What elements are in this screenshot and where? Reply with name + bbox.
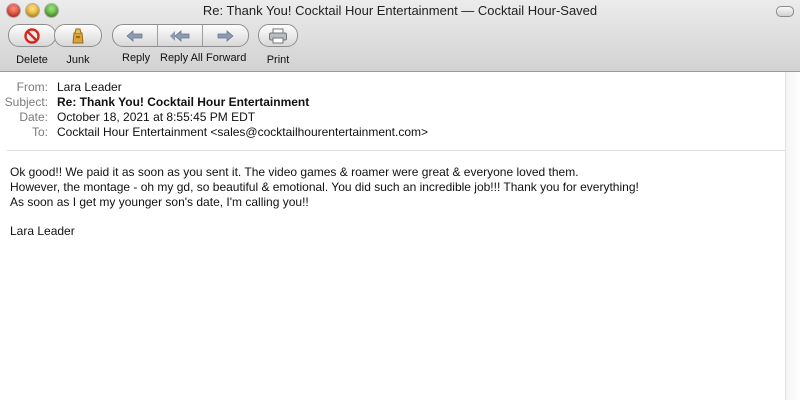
from-row: From: Lara Leader <box>0 80 800 95</box>
header-divider <box>7 150 785 151</box>
to-value[interactable]: Cocktail Hour Entertainment <sales@cockt… <box>57 125 428 140</box>
subject-value: Re: Thank You! Cocktail Hour Entertainme… <box>57 95 310 109</box>
toolbar: Delete Junk Reply Reply All Forward Prin… <box>0 24 800 68</box>
message-body: Ok good!! We paid it as soon as you sent… <box>10 165 790 239</box>
forward-arrow-icon <box>216 29 234 42</box>
print-button[interactable]: Print <box>258 24 298 66</box>
reply-all-arrow-icon <box>169 29 191 42</box>
reply-arrow-icon <box>126 29 144 42</box>
reply-segment[interactable] <box>113 25 159 46</box>
reply-segment-control <box>112 24 249 47</box>
from-key: From: <box>16 80 48 94</box>
reply-all-label: Reply All <box>160 52 203 64</box>
date-key: Date: <box>19 110 48 124</box>
to-row: To: Cocktail Hour Entertainment <sales@c… <box>0 125 800 140</box>
delete-button-face <box>8 24 56 47</box>
forward-label: Forward <box>206 52 247 64</box>
delete-button[interactable]: Delete <box>8 24 56 66</box>
toolbar-toggle-button[interactable] <box>776 6 794 17</box>
scroll-gutter[interactable] <box>785 72 800 400</box>
forward-segment[interactable] <box>203 25 248 46</box>
from-value[interactable]: Lara Leader <box>57 80 122 95</box>
date-row: Date: October 18, 2021 at 8:55:45 PM EDT <box>0 110 800 125</box>
signature: Lara Leader <box>10 224 75 238</box>
title-bar: Re: Thank You! Cocktail Hour Entertainme… <box>0 0 800 72</box>
to-key: To: <box>31 125 48 139</box>
subject-key: Subject: <box>4 95 48 109</box>
reply-label: Reply <box>122 52 151 64</box>
mail-window: Re: Thank You! Cocktail Hour Entertainme… <box>0 0 800 400</box>
body-line: However, the montage - oh my gd, so beau… <box>10 180 639 194</box>
print-label: Print <box>266 54 290 66</box>
body-line: Ok good!! We paid it as soon as you sent… <box>10 165 579 179</box>
junk-button-face <box>54 24 102 47</box>
junk-button[interactable]: Junk <box>54 24 102 66</box>
junk-label: Junk <box>66 54 90 66</box>
reply-all-segment[interactable] <box>158 25 203 46</box>
subject-row: Subject: Re: Thank You! Cocktail Hour En… <box>0 95 800 110</box>
body-line: As soon as I get my younger son's date, … <box>10 195 309 209</box>
junk-bag-icon <box>70 27 86 44</box>
delete-label: Delete <box>16 54 48 66</box>
print-button-face <box>258 24 298 47</box>
printer-icon <box>268 28 288 44</box>
message-headers: From: Lara Leader Subject: Re: Thank You… <box>0 80 800 140</box>
date-value: October 18, 2021 at 8:55:45 PM EDT <box>57 110 256 124</box>
no-entry-icon <box>24 27 40 44</box>
window-title: Re: Thank You! Cocktail Hour Entertainme… <box>202 3 598 18</box>
